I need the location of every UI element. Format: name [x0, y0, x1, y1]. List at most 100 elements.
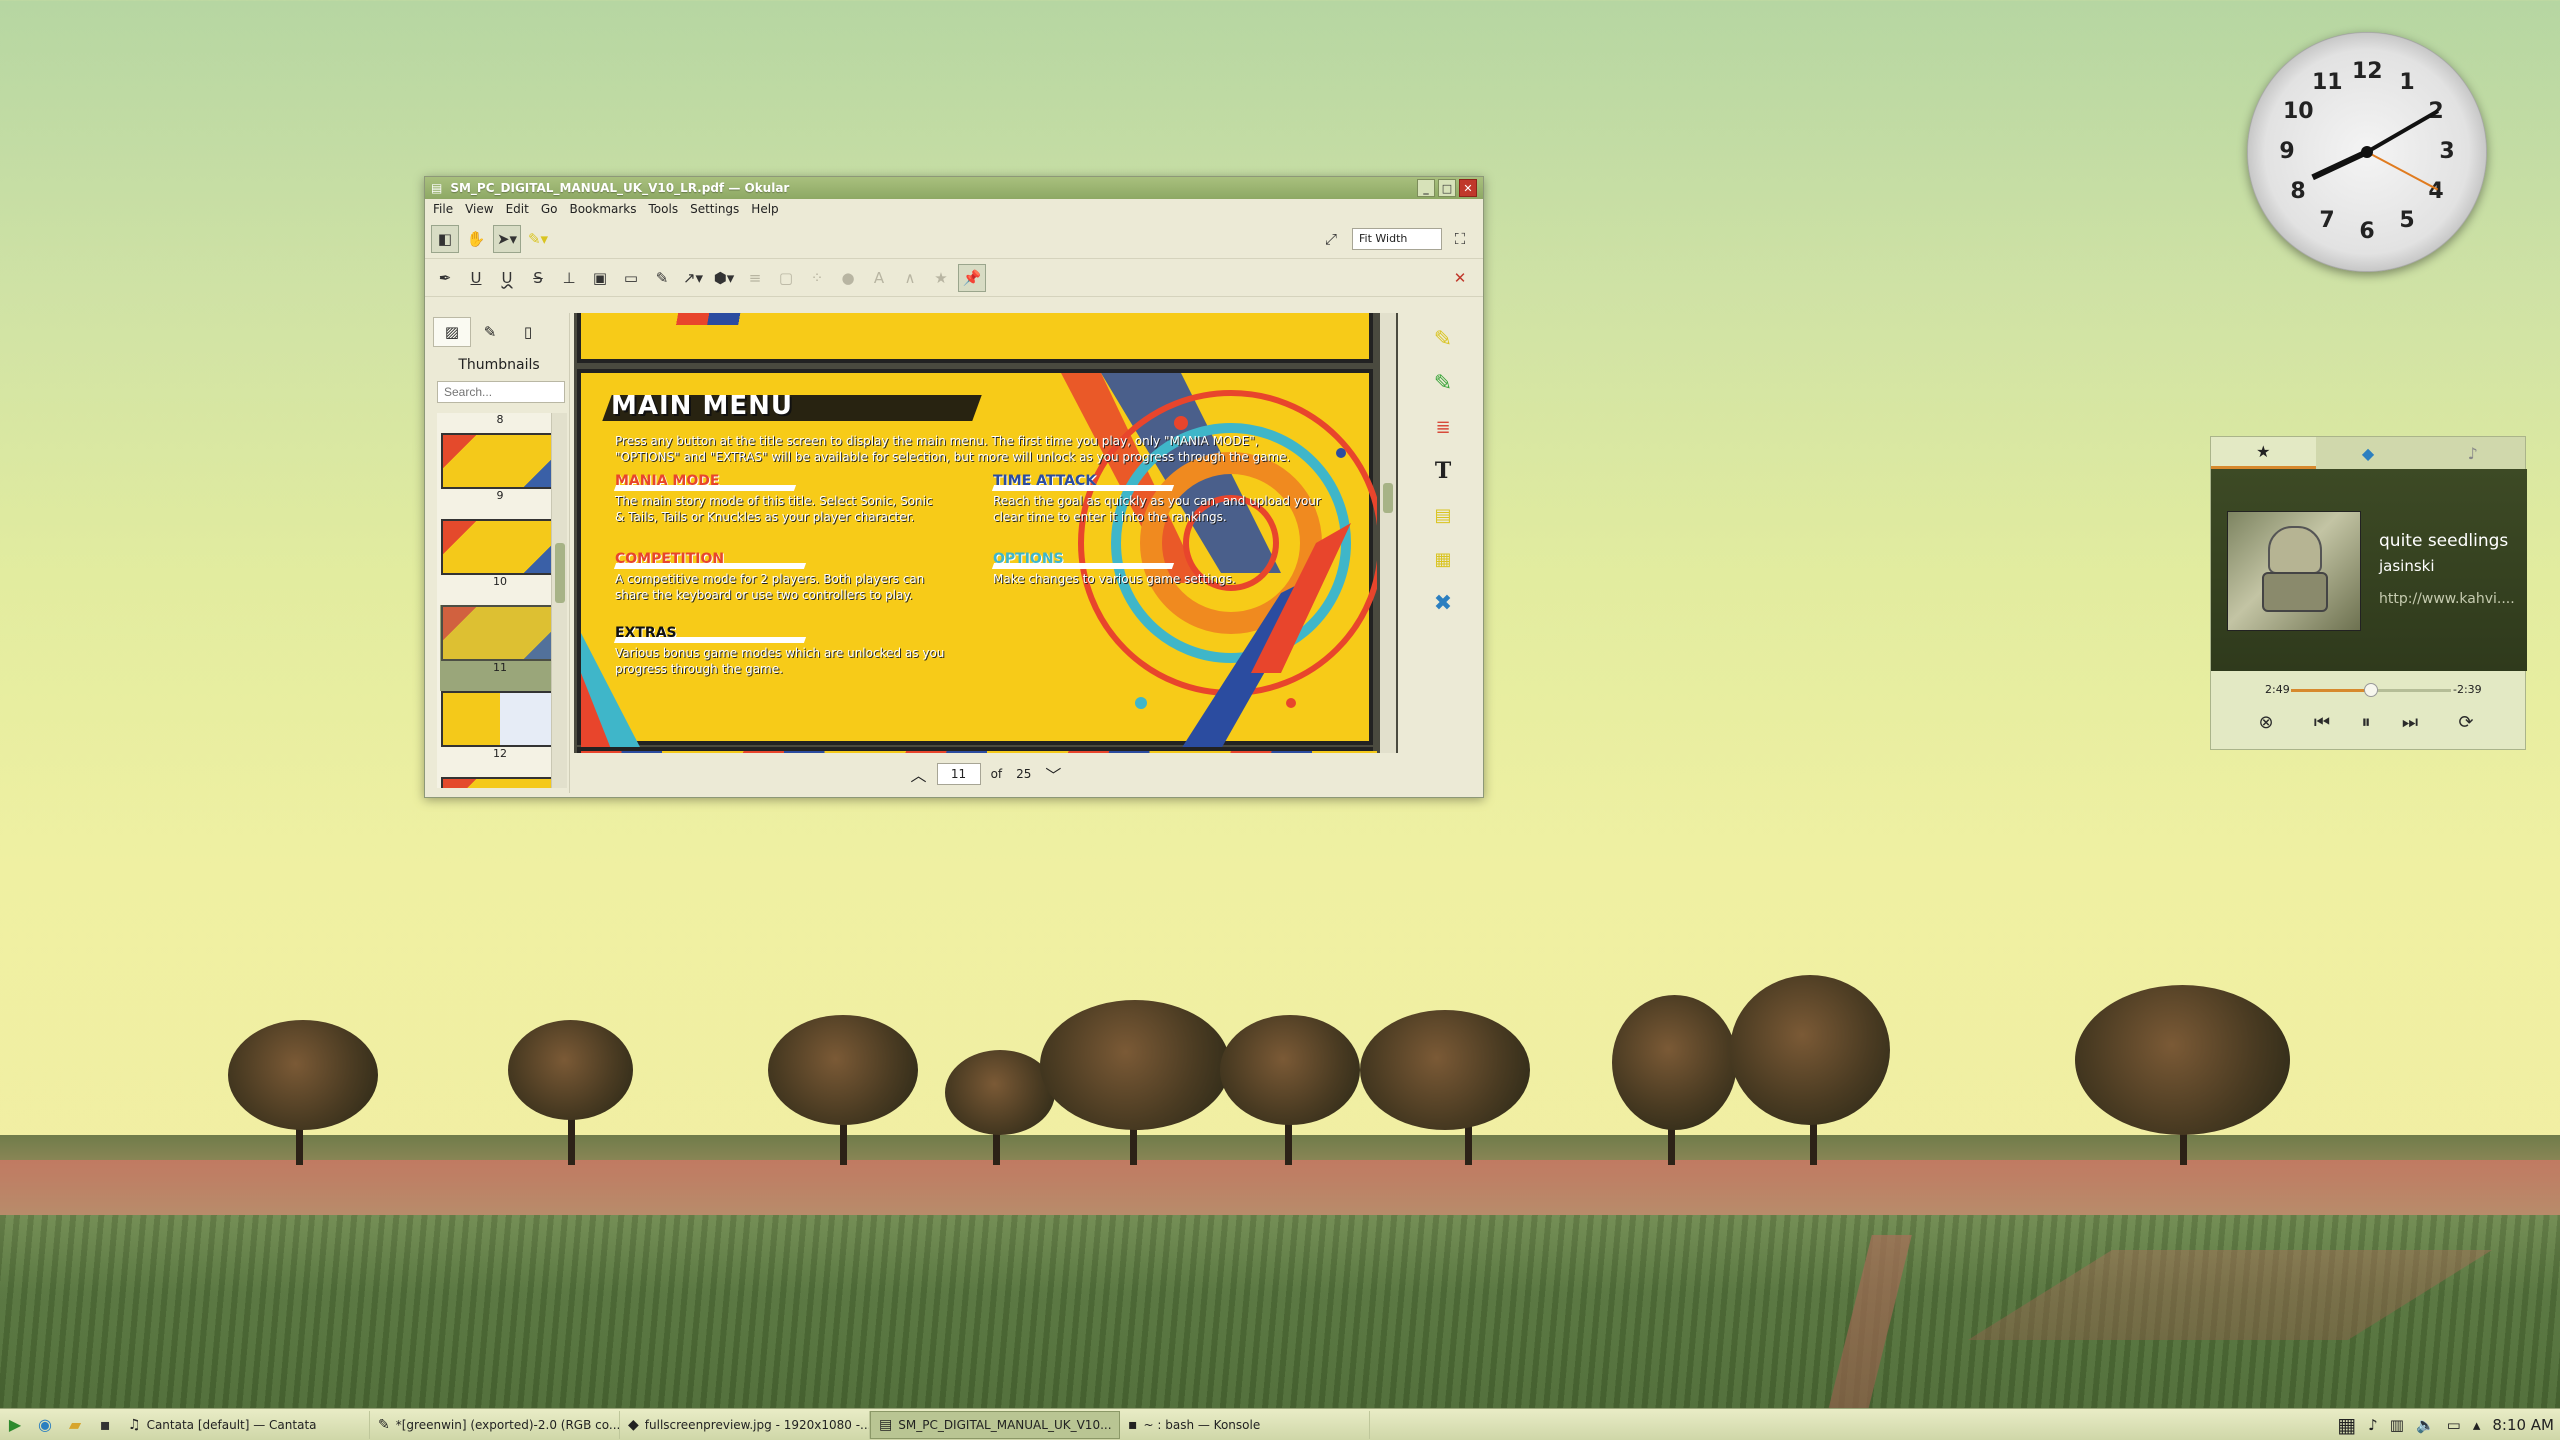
terminal-launcher-icon[interactable]: ▪: [90, 1410, 120, 1440]
green-highlighter-icon[interactable]: ✎: [1423, 361, 1463, 405]
menu-go[interactable]: Go: [541, 202, 558, 216]
freehand-icon[interactable]: ✎: [648, 264, 676, 292]
hand-tool-icon[interactable]: ✋: [462, 225, 490, 253]
shuffle-icon[interactable]: ⊗: [2251, 707, 2281, 737]
remaining-time: -2:39: [2453, 683, 2482, 696]
seek-handle[interactable]: [2364, 683, 2378, 697]
task-konsole[interactable]: ▪ ~ : bash — Konsole: [1120, 1410, 1370, 1439]
squiggle-icon[interactable]: U: [493, 264, 521, 292]
menu-edit[interactable]: Edit: [506, 202, 529, 216]
document-scrollbar[interactable]: [1380, 313, 1396, 753]
section-title: COMPETITION: [615, 551, 725, 567]
thumbnails-tab-icon[interactable]: ▨: [433, 317, 471, 347]
strikeout-icon[interactable]: S: [524, 264, 552, 292]
bookmarks-tab-icon[interactable]: ▯: [509, 317, 547, 347]
popup-note-icon[interactable]: ▭: [617, 264, 645, 292]
manual-heading: MAIN MENU: [611, 391, 793, 421]
menu-view[interactable]: View: [465, 202, 493, 216]
volume-icon[interactable]: 🔈: [2416, 1416, 2435, 1434]
menu-bookmarks[interactable]: Bookmarks: [569, 202, 636, 216]
task-gimp[interactable]: ✎ *[greenwin] (exported)-2.0 (RGB co...: [370, 1410, 620, 1439]
menubar: File View Edit Go Bookmarks Tools Settin…: [425, 199, 1483, 219]
playlist-tab-icon[interactable]: ◆: [2316, 437, 2421, 469]
thumbnail-scrollbar[interactable]: [551, 413, 567, 788]
fullscreen-icon[interactable]: ⛶: [1446, 225, 1474, 253]
section-body: A competitive mode for 2 players. Both p…: [615, 572, 925, 602]
annotation-toolbar: ✒ U U S ⊥ ▣ ▭ ✎ ↗▾ ⬢▾ ≡ ▢ ⁘ ● A ∧ ★ 📌 ✕: [425, 259, 1483, 297]
music-tray-icon[interactable]: ♪: [2368, 1416, 2378, 1434]
align-icon: ≡: [748, 268, 762, 287]
network-icon[interactable]: ▭: [2447, 1416, 2461, 1434]
task-image-viewer[interactable]: ◆ fullscreenpreview.jpg - 1920x1080 -...: [620, 1410, 870, 1439]
start-menu-icon[interactable]: ▶: [0, 1410, 30, 1440]
browser-launcher-icon[interactable]: ◉: [30, 1410, 60, 1440]
inline-note-icon[interactable]: ▣: [586, 264, 614, 292]
previous-page-icon[interactable]: ︿: [911, 762, 927, 786]
next-track-icon[interactable]: ⏭: [2395, 707, 2425, 737]
pin-icon[interactable]: 📌: [958, 263, 986, 292]
yellow-highlighter-icon[interactable]: ✎: [1423, 317, 1463, 361]
clipboard-icon[interactable]: ▥: [2390, 1416, 2404, 1434]
okular-window: ▤ SM_PC_DIGITAL_MANUAL_UK_V10_LR.pdf — O…: [424, 176, 1484, 798]
typewriter-icon[interactable]: ⊥: [555, 264, 583, 292]
zoom-select[interactable]: Fit Width: [1352, 227, 1442, 250]
fit-page-icon[interactable]: ⤢: [1317, 225, 1345, 253]
page-total: 25: [1016, 767, 1032, 781]
menu-file[interactable]: File: [433, 202, 453, 216]
close-toolbar-icon[interactable]: ✕: [1446, 264, 1474, 292]
favorites-tab-icon[interactable]: ★: [2211, 437, 2316, 469]
menu-settings[interactable]: Settings: [690, 202, 739, 216]
menu-tools[interactable]: Tools: [649, 202, 679, 216]
typewriter-text-icon[interactable]: T: [1423, 449, 1463, 493]
window-titlebar[interactable]: ▤ SM_PC_DIGITAL_MANUAL_UK_V10_LR.pdf — O…: [425, 177, 1483, 199]
close-button[interactable]: ✕: [1459, 179, 1477, 197]
inline-note-yellow-icon[interactable]: ▤: [1423, 493, 1463, 537]
select-tool-icon[interactable]: ➤▾: [493, 224, 521, 253]
arrow-icon[interactable]: ↗▾: [679, 264, 707, 292]
thumbnail-item[interactable]: 12: [440, 691, 560, 777]
tray-expand-icon[interactable]: ▴: [2473, 1416, 2481, 1434]
pager-icon[interactable]: ▦: [2337, 1413, 2356, 1437]
clock-number: 10: [2283, 99, 2314, 124]
page-navigation-bar: ︿ 11 of 25 ﹀: [574, 759, 1398, 789]
terminal-icon: ▪: [1128, 1416, 1138, 1433]
maximize-button[interactable]: □: [1438, 179, 1456, 197]
taskbar: ▶ ◉ ▰ ▪ ♫ Cantata [default] — Cantata ✎ *[…: [0, 1408, 2560, 1440]
pen-icon[interactable]: ✒: [431, 264, 459, 292]
stamp-icon[interactable]: ⬢▾: [710, 264, 738, 292]
highlighter-icon[interactable]: ✎▾: [524, 225, 552, 253]
font-icon: A: [873, 268, 885, 287]
minimize-button[interactable]: _: [1417, 179, 1435, 197]
repeat-icon[interactable]: ⟳: [2451, 707, 2481, 737]
clock-number: 5: [2399, 208, 2415, 233]
thumbnail-item[interactable]: 10: [440, 519, 560, 605]
pause-icon[interactable]: ⏸: [2351, 707, 2381, 737]
next-page-icon[interactable]: ﹀: [1045, 762, 1061, 786]
annotation-tools-icon[interactable]: ✖: [1423, 581, 1463, 625]
now-playing-panel: quite seedlings jasinski http://www.kahv…: [2211, 469, 2527, 671]
seek-slider[interactable]: [2291, 683, 2451, 697]
task-okular[interactable]: ▤ SM_PC_DIGITAL_MANUAL_UK_V10...: [870, 1410, 1120, 1439]
section-title: MANIA MODE: [615, 473, 720, 489]
previous-track-icon[interactable]: ⏮: [2307, 707, 2337, 737]
thumbnail-item-selected[interactable]: 11: [440, 605, 560, 691]
underline-icon[interactable]: U: [462, 264, 490, 292]
taskbar-clock[interactable]: 8:10 AM: [2492, 1416, 2554, 1434]
reviews-tab-icon[interactable]: ✎: [471, 317, 509, 347]
track-url[interactable]: http://www.kahvi....: [2379, 591, 2515, 607]
page-number-input[interactable]: 11: [936, 763, 981, 785]
music-tab-icon[interactable]: ♪: [2420, 437, 2525, 469]
analog-clock-widget[interactable]: 12 1 2 3 4 5 6 7 8 9 10 11: [2247, 32, 2487, 272]
sidebar-toggle-icon[interactable]: ◧: [431, 224, 459, 253]
menu-help[interactable]: Help: [751, 202, 778, 216]
red-underline-icon[interactable]: ≣: [1423, 405, 1463, 449]
thumbnail-search-input[interactable]: [437, 381, 565, 403]
thumbnail-item[interactable]: 8: [440, 413, 560, 433]
sidebar: ▨ ✎ ▯ Thumbnails ⛉ 8 9 10 11 12: [429, 313, 590, 793]
thumbnail-item[interactable]: [440, 777, 560, 788]
thumbnail-item[interactable]: 9: [440, 433, 560, 519]
file-manager-launcher-icon[interactable]: ▰: [60, 1410, 90, 1440]
task-cantata[interactable]: ♫ Cantata [default] — Cantata: [120, 1410, 370, 1439]
window-title: SM_PC_DIGITAL_MANUAL_UK_V10_LR.pdf — Oku…: [450, 181, 790, 195]
popup-note-yellow-icon[interactable]: ▦: [1423, 537, 1463, 581]
